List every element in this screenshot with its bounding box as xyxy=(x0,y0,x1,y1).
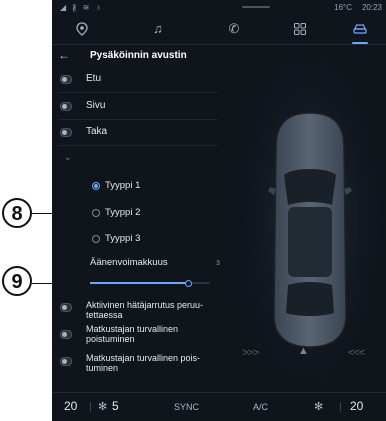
divider xyxy=(58,119,218,120)
location-pin-icon[interactable] xyxy=(70,19,94,41)
infotainment-screen: ◢ ∦ ≋ ♁ 16°C 20:23 ♫ ✆ ← Pysäköinnin avu… xyxy=(52,0,386,421)
toggle-front-label: Etu xyxy=(86,73,102,84)
status-icons: ◢ ∦ ≋ ♁ xyxy=(60,3,104,12)
page-header: ← Pysäköinnin avustin xyxy=(52,44,232,66)
fan-icon[interactable]: ✻ xyxy=(98,400,107,413)
fan-speed[interactable]: 5 xyxy=(112,399,119,413)
safe-exit-label-2: Matkustajan turvallinen pois- tuminen xyxy=(86,353,201,373)
toggle-side[interactable] xyxy=(60,102,72,111)
volume-slider[interactable] xyxy=(90,280,210,287)
back-arrow-icon[interactable]: ← xyxy=(58,48,70,62)
toggle-safe-exit-1[interactable] xyxy=(60,330,72,339)
car-icon[interactable] xyxy=(348,19,372,44)
ac-button[interactable]: A/C xyxy=(253,402,268,412)
volume-slider-knob[interactable] xyxy=(185,280,193,287)
divider xyxy=(340,402,341,412)
divider xyxy=(58,92,218,93)
reverse-emergency-braking-label: Aktiivinen hätäjarrutus peruu- tettaessa xyxy=(86,300,204,320)
divider xyxy=(90,402,91,412)
parking-car-view xyxy=(240,55,380,385)
left-temperature[interactable]: 20 xyxy=(64,399,77,413)
radio-type-1-label: Tyyppi 1 xyxy=(105,180,141,191)
callout-9: 9 xyxy=(2,266,32,296)
toggle-front[interactable] xyxy=(60,75,72,84)
radio-type-3[interactable] xyxy=(92,235,100,243)
toggle-reverse-emergency-braking[interactable] xyxy=(60,303,72,312)
radio-type-3-label: Tyyppi 3 xyxy=(105,233,141,244)
volume-slider-fill xyxy=(90,282,189,284)
phone-icon[interactable]: ✆ xyxy=(222,19,246,41)
toggle-rear[interactable] xyxy=(60,128,72,137)
car-top-view-illustration xyxy=(240,55,380,385)
sync-button[interactable]: SYNC xyxy=(174,402,199,412)
right-proximity-arrows: <<< xyxy=(348,347,365,359)
left-proximity-arrows: >>> xyxy=(242,347,259,359)
right-temperature[interactable]: 20 xyxy=(350,399,363,413)
clock: 20:23 xyxy=(361,3,382,12)
radio-type-1[interactable] xyxy=(92,182,100,190)
radio-type-2-label: Tyyppi 2 xyxy=(105,207,141,218)
page-title: Pysäköinnin avustin xyxy=(90,50,187,61)
volume-value: 3 xyxy=(216,260,220,267)
safe-exit-label-1: Matkustajan turvallinen poistuminen xyxy=(86,324,179,344)
climate-bar: 20 ✻ 5 SYNC A/C ✻ 20 xyxy=(52,392,386,421)
warning-icon: ▲ xyxy=(298,345,309,357)
callout-8: 8 xyxy=(2,198,32,228)
status-pill xyxy=(242,6,270,8)
toggle-rear-label: Taka xyxy=(86,126,108,137)
music-note-icon[interactable]: ♫ xyxy=(146,19,170,41)
volume-label: Äänenvoimakkuus xyxy=(90,257,168,268)
status-bar: ◢ ∦ ≋ ♁ 16°C 20:23 xyxy=(52,0,386,14)
toggle-side-label: Sivu xyxy=(86,100,106,111)
chevron-down-icon[interactable]: ⌄ xyxy=(64,152,72,163)
apps-grid-icon[interactable] xyxy=(288,19,312,41)
top-navigation: ♫ ✆ xyxy=(52,14,386,45)
outside-temperature: 16°C xyxy=(334,3,352,12)
seat-heat-icon[interactable]: ✻ xyxy=(314,400,323,413)
radio-type-2[interactable] xyxy=(92,209,100,217)
toggle-safe-exit-2[interactable] xyxy=(60,357,72,366)
divider xyxy=(58,145,218,146)
